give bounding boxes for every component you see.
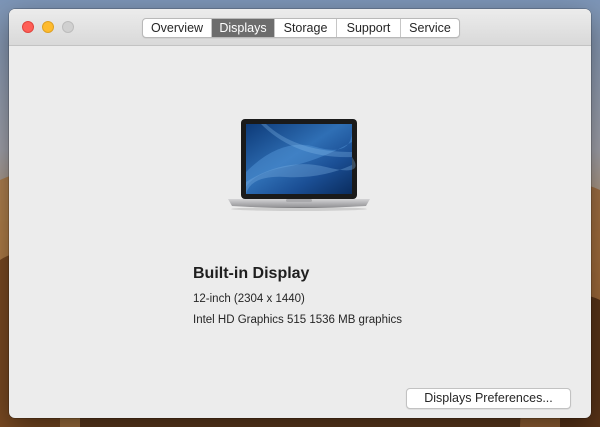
about-this-mac-window: Overview Displays Storage Support Servic… xyxy=(9,9,591,418)
tab-displays[interactable]: Displays xyxy=(212,19,275,37)
minimize-window-button[interactable] xyxy=(42,21,54,33)
tab-service[interactable]: Service xyxy=(401,19,459,37)
title-bar[interactable]: Overview Displays Storage Support Servic… xyxy=(9,9,591,46)
tab-support[interactable]: Support xyxy=(337,19,401,37)
displays-pane: Built-in Display 12-inch (2304 x 1440) I… xyxy=(9,47,591,418)
graphics-info: Intel HD Graphics 515 1536 MB graphics xyxy=(193,314,403,326)
displays-preferences-button[interactable]: Displays Preferences... xyxy=(406,388,571,409)
tab-bar: Overview Displays Storage Support Servic… xyxy=(142,18,460,38)
display-size-resolution: 12-inch (2304 x 1440) xyxy=(193,293,305,305)
laptop-icon xyxy=(226,117,372,218)
close-window-button[interactable] xyxy=(22,21,34,33)
tab-storage[interactable]: Storage xyxy=(275,19,337,37)
display-name: Built-in Display xyxy=(193,265,310,282)
zoom-window-button xyxy=(62,21,74,33)
tab-overview[interactable]: Overview xyxy=(143,19,212,37)
